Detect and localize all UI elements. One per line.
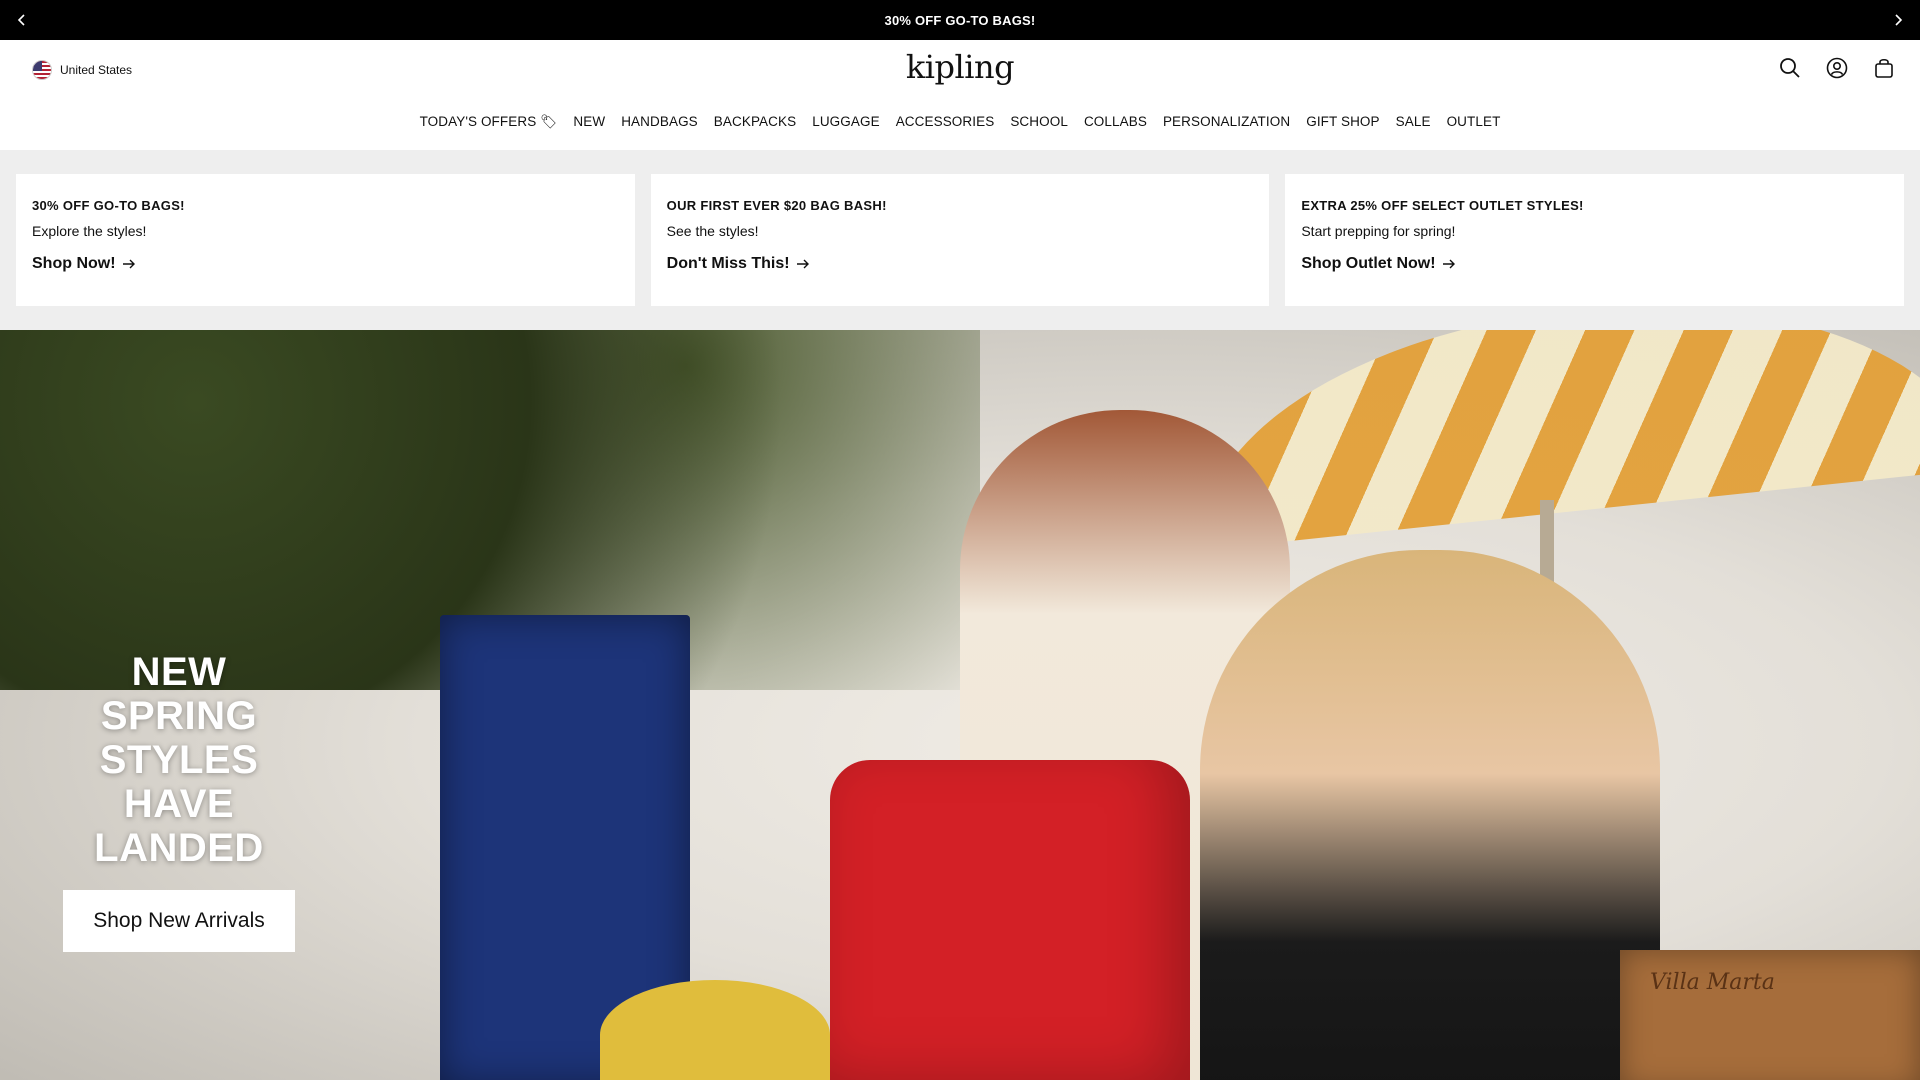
nav-item-new[interactable]: NEW (573, 114, 605, 129)
hero-copy: NEW SPRING STYLES HAVE LANDED Shop New A… (48, 650, 310, 952)
promo-link-label: Don't Miss This! (666, 255, 790, 272)
hero-red-bag (830, 760, 1190, 1080)
header-icons (1776, 54, 1898, 82)
promo-link[interactable]: Shop Outlet Now! (1301, 255, 1455, 273)
nav-item-personalization[interactable]: PERSONALIZATION (1163, 114, 1290, 129)
promo-link-label: Shop Now! (32, 255, 116, 272)
announcement-text[interactable]: 30% OFF GO-TO BAGS! (885, 13, 1036, 28)
region-selector[interactable]: United States (32, 60, 132, 80)
nav-item-collabs[interactable]: COLLABS (1084, 114, 1147, 129)
nav-item-sale[interactable]: SALE (1396, 114, 1431, 129)
nav-item-gift-shop[interactable]: GIFT SHOP (1306, 114, 1379, 129)
announcement-bar: 30% OFF GO-TO BAGS! (0, 0, 1920, 40)
announcement-prev-button[interactable] (2, 0, 42, 40)
hero-fruit-crate: Villa Marta (1620, 950, 1920, 1080)
arrow-right-icon (796, 259, 809, 269)
promo-subtitle: Explore the styles! (32, 223, 147, 239)
nav-item-luggage[interactable]: LUGGAGE (812, 114, 879, 129)
nav-item-school[interactable]: SCHOOL (1010, 114, 1068, 129)
promo-link[interactable]: Shop Now! (32, 255, 136, 273)
crate-label: Villa Marta (1650, 970, 1775, 995)
arrow-right-icon (1442, 259, 1455, 269)
nav-item-handbags[interactable]: HANDBAGS (621, 114, 698, 129)
account-icon[interactable] (1823, 54, 1851, 82)
hero-bananas (600, 980, 830, 1080)
promo-subtitle: Start prepping for spring! (1301, 223, 1456, 239)
arrow-right-icon (122, 259, 135, 269)
chevron-right-icon (1895, 14, 1903, 26)
region-label: United States (60, 63, 133, 77)
promo-subtitle: See the styles! (666, 223, 759, 239)
kipling-logo[interactable]: kipling (906, 48, 1015, 86)
search-icon[interactable] (1776, 54, 1804, 82)
shop-new-arrivals-button[interactable]: Shop New Arrivals (63, 890, 295, 952)
promo-strip: 30% OFF GO-TO BAGS! Explore the styles! … (0, 150, 1920, 330)
hero-banner[interactable]: Villa Marta NEW SPRING STYLES HAVE LANDE… (0, 330, 1920, 1080)
promo-link-label: Shop Outlet Now! (1301, 255, 1436, 272)
hero-title: NEW SPRING STYLES HAVE LANDED (94, 650, 264, 870)
site-header: United States kipling (0, 40, 1920, 100)
promo-title: 30% OFF GO-TO BAGS! (32, 198, 185, 213)
promo-title: OUR FIRST EVER $20 BAG BASH! (666, 198, 887, 213)
promo-title: EXTRA 25% OFF SELECT OUTLET STYLES! (1301, 198, 1584, 213)
announcement-next-button[interactable] (1878, 0, 1918, 40)
promo-card: OUR FIRST EVER $20 BAG BASH! See the sty… (650, 174, 1270, 306)
nav-item-accessories[interactable]: ACCESSORIES (896, 114, 995, 129)
nav-item-todays-offers[interactable]: TODAY'S OFFERS 🏷 (420, 114, 558, 130)
bag-icon[interactable] (1870, 54, 1898, 82)
nav-item-outlet[interactable]: OUTLET (1447, 114, 1501, 129)
main-nav: TODAY'S OFFERS 🏷 NEW HANDBAGS BACKPACKS … (0, 100, 1920, 150)
promo-card: EXTRA 25% OFF SELECT OUTLET STYLES! Star… (1285, 174, 1905, 306)
promo-card: 30% OFF GO-TO BAGS! Explore the styles! … (16, 174, 635, 306)
us-flag-icon (32, 60, 52, 80)
promo-link[interactable]: Don't Miss This! (667, 255, 810, 273)
chevron-left-icon (17, 14, 25, 26)
hero-model-right (1200, 550, 1660, 1080)
nav-item-backpacks[interactable]: BACKPACKS (714, 114, 796, 129)
